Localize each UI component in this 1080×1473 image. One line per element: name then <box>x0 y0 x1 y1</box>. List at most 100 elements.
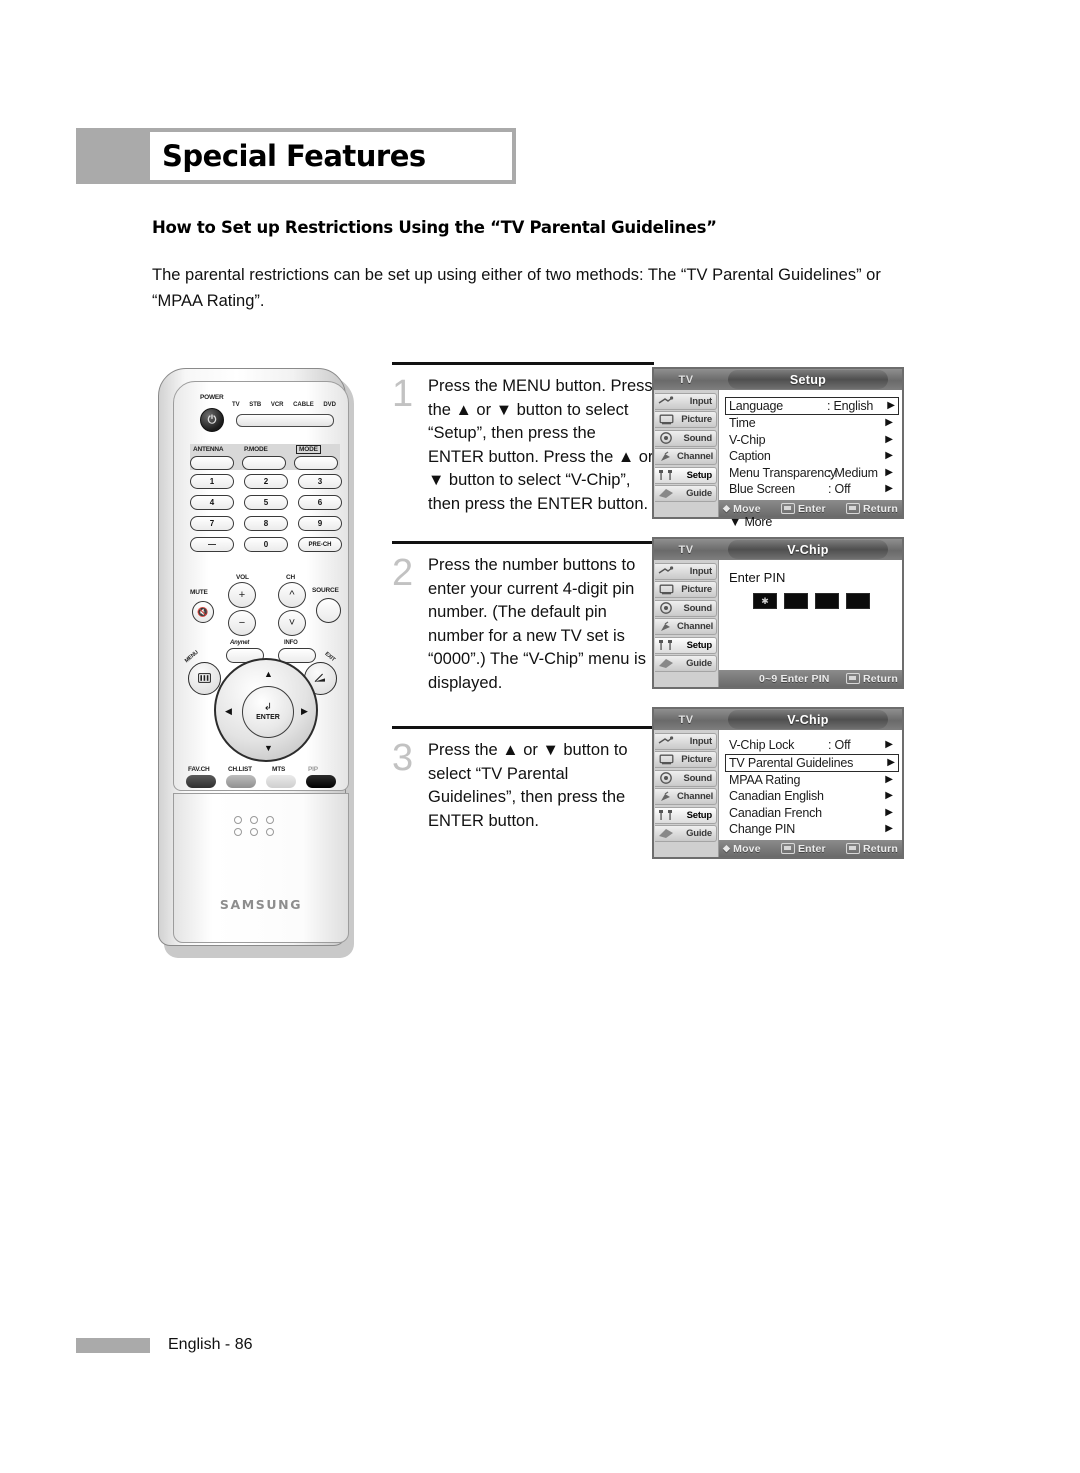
setup-icon <box>655 469 677 481</box>
mts-button[interactable] <box>266 775 296 788</box>
osd-body: Enter PIN ✱ <box>719 560 902 687</box>
osd-sidebar-item-guide[interactable]: Guide <box>655 654 717 672</box>
volume-up-button[interactable]: + <box>228 582 256 608</box>
ch-list-button[interactable] <box>226 775 256 788</box>
enter-button[interactable]: ↲ ENTER <box>242 686 294 738</box>
pin-digit-box[interactable]: ✱ <box>753 593 777 609</box>
osd-sidebar-label: Sound <box>683 772 712 784</box>
osd-sidebar-label: Picture <box>681 754 712 766</box>
pip-label: PIP <box>308 766 318 773</box>
num-key-8[interactable]: 8 <box>244 516 288 531</box>
num-key-0[interactable]: 0 <box>244 537 288 552</box>
mode-button[interactable] <box>294 456 338 470</box>
dpad-right-icon[interactable]: ▶ <box>301 707 308 716</box>
osd-sidebar-item-setup[interactable]: Setup <box>655 806 717 824</box>
num-key-2[interactable]: 2 <box>244 474 288 489</box>
osd-sidebar-item-sound[interactable]: Sound <box>655 599 717 617</box>
pmode-button[interactable] <box>242 456 286 470</box>
device-mode-selector-strip[interactable] <box>236 414 334 427</box>
osd-sidebar-item-input[interactable]: Input <box>655 563 717 580</box>
osd-sidebar-item-setup[interactable]: Setup <box>655 636 717 654</box>
osd-sidebar-item-setup[interactable]: Setup <box>655 466 717 484</box>
osd-sidebar-item-sound[interactable]: Sound <box>655 769 717 787</box>
osd-sidebar-item-channel[interactable]: Channel <box>655 788 717 806</box>
osd-menu-row[interactable]: Blue Screen : Off ▶ <box>727 481 896 498</box>
pin-digit-box[interactable] <box>815 593 839 609</box>
osd-menu-row[interactable]: V-Chip Lock : Off ▶ <box>727 737 896 754</box>
source-button[interactable] <box>316 598 341 623</box>
channel-up-button[interactable]: ^ <box>278 582 306 608</box>
osd-menu-row[interactable]: Canadian French ▶ <box>727 805 896 822</box>
osd-hint-return-label: Return <box>862 672 898 685</box>
num-key-1[interactable]: 1 <box>190 474 234 489</box>
dpad-down-icon[interactable]: ▼ <box>264 744 273 753</box>
pre-ch-button[interactable]: PRE-CH <box>298 537 342 552</box>
osd-menu-row[interactable]: Language : English ▶ <box>725 397 899 415</box>
menu-icon <box>198 670 211 688</box>
ch-label: CH <box>286 574 295 581</box>
osd-sidebar-item-picture[interactable]: Picture <box>655 411 717 429</box>
num-key-6[interactable]: 6 <box>298 495 342 510</box>
osd-menu-row[interactable]: Caption ▶ <box>727 448 896 465</box>
osd-menu-row[interactable]: MPAA Rating ▶ <box>727 772 896 789</box>
osd-row-label: TV Parental Guidelines <box>729 755 854 770</box>
osd-sidebar-label: Guide <box>686 827 712 839</box>
osd-menu-row[interactable]: V-Chip ▶ <box>727 432 896 449</box>
osd-sidebar-item-sound[interactable]: Sound <box>655 429 717 447</box>
direction-pad[interactable]: ▲ ▼ ◀ ▶ ↲ ENTER <box>214 658 318 762</box>
num-key-9[interactable]: 9 <box>298 516 342 531</box>
osd-menu-row[interactable]: Canadian English ▶ <box>727 788 896 805</box>
pin-digit-box[interactable] <box>784 593 808 609</box>
osd-title: V-Chip <box>728 710 888 729</box>
page-header-inner: Special Features <box>150 132 512 180</box>
osd-row-label: Canadian French <box>729 805 822 820</box>
mute-button[interactable]: 🔇 <box>192 601 214 623</box>
enter-label: ENTER <box>256 714 280 721</box>
osd-bottom-bar: ◆ Move Enter Return <box>719 840 902 857</box>
remote-upper-panel: POWER ⏻ TV STB VCR CABLE DVD ANTENNA P.M… <box>173 381 349 791</box>
num-key-4[interactable]: 4 <box>190 495 234 510</box>
osd-sidebar-item-channel[interactable]: Channel <box>655 618 717 636</box>
osd-sidebar-item-picture[interactable]: Picture <box>655 751 717 769</box>
pin-entry-group[interactable]: ✱ <box>753 593 870 609</box>
input-icon <box>655 396 677 407</box>
osd-sidebar-item-guide[interactable]: Guide <box>655 484 717 502</box>
pip-button[interactable] <box>306 775 336 788</box>
osd-hint-move-label: Move <box>733 842 761 855</box>
osd-hint-enter: Enter <box>780 503 826 515</box>
osd-sidebar-label: Channel <box>677 451 714 463</box>
num-key-3[interactable]: 3 <box>298 474 342 489</box>
osd-menu-row[interactable]: Time ▶ <box>727 415 896 432</box>
power-button[interactable]: ⏻ <box>200 408 224 432</box>
menu-button[interactable] <box>188 662 221 695</box>
steps-list: 1 Press the MENU button. Press the ▲ or … <box>392 362 654 845</box>
chevron-right-icon: ▶ <box>885 433 893 445</box>
osd-sidebar-item-channel[interactable]: Channel <box>655 448 717 466</box>
osd-hint-return: Return <box>845 843 902 855</box>
osd-menu-row[interactable]: TV Parental Guidelines ▶ <box>725 753 899 772</box>
pin-digit-box[interactable] <box>846 593 870 609</box>
osd-hint-move: ◆ Move <box>723 843 761 855</box>
channel-down-button[interactable]: ˅ <box>278 610 306 636</box>
num-key-7[interactable]: 7 <box>190 516 234 531</box>
chevron-right-icon: ▶ <box>885 823 893 835</box>
dpad-up-icon[interactable]: ▲ <box>264 670 273 679</box>
dash-key[interactable]: — <box>190 537 234 552</box>
vent-dot <box>234 828 242 836</box>
osd-sidebar-item-guide[interactable]: Guide <box>655 824 717 842</box>
osd-menu-row[interactable]: Menu Transparency : Medium ▶ <box>727 465 896 482</box>
osd-sidebar-item-input[interactable]: Input <box>655 733 717 750</box>
guide-icon <box>655 487 677 499</box>
osd-hint-enter-label: Enter <box>797 842 826 855</box>
dpad-left-icon[interactable]: ◀ <box>225 707 232 716</box>
num-key-5[interactable]: 5 <box>244 495 288 510</box>
fav-ch-button[interactable] <box>186 775 216 788</box>
osd-menu-row[interactable]: Change PIN ▶ <box>727 821 896 838</box>
antenna-button[interactable] <box>190 456 234 470</box>
osd-topbar: TV V-Chip <box>654 539 902 560</box>
osd-sidebar-item-input[interactable]: Input <box>655 393 717 410</box>
osd-tv-label: TV <box>678 373 694 386</box>
volume-down-button[interactable]: − <box>228 610 256 636</box>
osd-hint-return: Return <box>845 672 902 685</box>
osd-sidebar-item-picture[interactable]: Picture <box>655 581 717 599</box>
